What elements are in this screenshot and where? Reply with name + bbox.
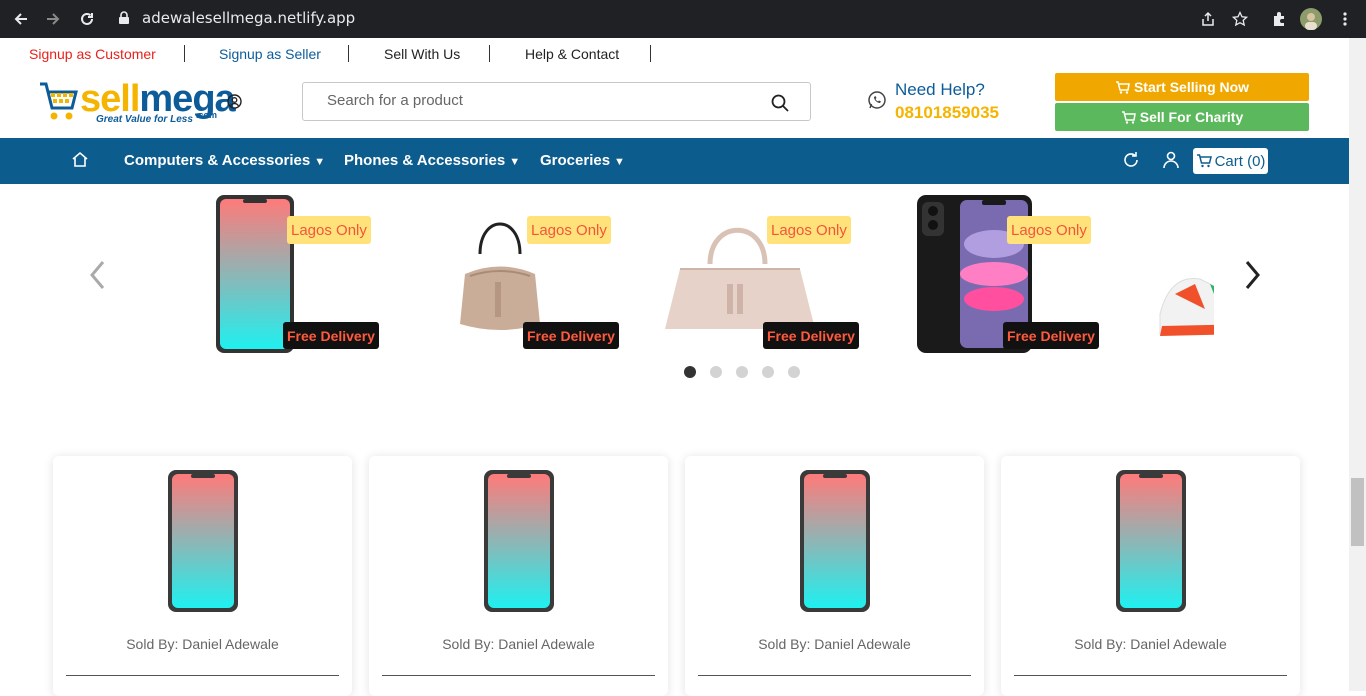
seller-label: Sold By: Daniel Adewale: [758, 636, 911, 652]
product-card[interactable]: Sold By: Daniel Adewale: [685, 456, 984, 696]
help-contact-link[interactable]: Help & Contact: [525, 46, 619, 62]
more-menu-icon[interactable]: [1334, 8, 1356, 30]
search-input[interactable]: [327, 92, 747, 109]
chevron-left-icon[interactable]: [86, 258, 110, 292]
divider: [489, 45, 490, 62]
share-icon[interactable]: [1197, 8, 1219, 30]
divider: [382, 675, 655, 676]
logo-com: .com: [196, 110, 218, 120]
lagos-only-badge: Lagos Only: [1007, 216, 1091, 244]
carousel-dot[interactable]: [736, 366, 748, 378]
seller-label: Sold By: Daniel Adewale: [126, 636, 279, 652]
carousel-slide[interactable]: Lagos Only Free Delivery: [660, 194, 860, 354]
carousel-dot[interactable]: [762, 366, 774, 378]
top-links-bar: Signup as Customer Signup as Seller Sell…: [0, 38, 1349, 72]
promo-carousel: Lagos Only Free Delivery Lagos Only Free…: [80, 186, 1280, 386]
lock-icon: [119, 11, 129, 24]
chevron-right-icon[interactable]: [1240, 258, 1264, 292]
carousel-slide[interactable]: Lagos Only Free Delivery: [420, 194, 620, 354]
nav-computers-accessories[interactable]: Computers & Accessories ▼: [124, 152, 325, 169]
carousel-slide[interactable]: [1140, 194, 1214, 354]
carousel-slide[interactable]: Lagos Only Free Delivery: [900, 194, 1100, 354]
lagos-only-badge: Lagos Only: [287, 216, 371, 244]
profile-avatar[interactable]: [1300, 8, 1322, 30]
carousel-indicators: [684, 366, 800, 378]
divider: [650, 45, 651, 62]
lagos-only-badge: Lagos Only: [767, 216, 851, 244]
reload-icon[interactable]: [76, 8, 98, 30]
extensions-icon[interactable]: [1268, 8, 1290, 30]
signup-seller-link[interactable]: Signup as Seller: [219, 46, 321, 62]
logo-tagline: Great Value for Less: [96, 114, 193, 125]
star-icon[interactable]: [1229, 8, 1251, 30]
scrollbar-thumb[interactable]: [1351, 478, 1364, 546]
product-card[interactable]: Sold By: Daniel Adewale: [53, 456, 352, 696]
divider: [698, 675, 971, 676]
page-scrollbar[interactable]: [1349, 38, 1366, 691]
free-delivery-badge: Free Delivery: [763, 322, 859, 349]
cart-button[interactable]: Cart (0): [1193, 148, 1268, 174]
user-icon[interactable]: [1161, 150, 1181, 170]
search-box[interactable]: [302, 82, 811, 121]
need-help-label: Need Help?: [895, 80, 985, 99]
seller-label: Sold By: Daniel Adewale: [442, 636, 595, 652]
home-icon[interactable]: [71, 151, 89, 169]
account-circle-icon[interactable]: [227, 94, 242, 109]
shopping-cart-logo-icon: [40, 82, 78, 120]
address-bar[interactable]: adewalesellmega.netlify.app: [142, 9, 355, 27]
start-selling-button[interactable]: Start Selling Now: [1055, 73, 1309, 101]
sellmega-logo[interactable]: sellmega .com Great Value for Less: [38, 78, 236, 128]
nav-phones-accessories[interactable]: Phones & Accessories ▼: [344, 152, 520, 169]
free-delivery-badge: Free Delivery: [1003, 322, 1099, 349]
cart-icon: [1115, 80, 1130, 94]
carousel-dot[interactable]: [710, 366, 722, 378]
sell-for-charity-button[interactable]: Sell For Charity: [1055, 103, 1309, 131]
chevron-down-icon: ▼: [614, 156, 625, 168]
cart-icon: [1121, 110, 1136, 124]
chevron-down-icon: ▼: [509, 156, 521, 168]
browser-toolbar: adewalesellmega.netlify.app: [0, 0, 1366, 38]
phone-image: [800, 470, 870, 612]
phone-image: [484, 470, 554, 612]
main-navigation: Computers & Accessories ▼ Phones & Access…: [0, 138, 1349, 184]
product-card[interactable]: Sold By: Daniel Adewale: [369, 456, 668, 696]
free-delivery-badge: Free Delivery: [523, 322, 619, 349]
carousel-slide[interactable]: Lagos Only Free Delivery: [180, 194, 380, 354]
sell-with-us-link[interactable]: Sell With Us: [384, 46, 460, 62]
divider: [348, 45, 349, 62]
cart-icon: [1196, 154, 1212, 168]
carousel-dot[interactable]: [788, 366, 800, 378]
search-icon[interactable]: [770, 93, 790, 113]
divider: [1014, 675, 1287, 676]
signup-customer-link[interactable]: Signup as Customer: [29, 46, 156, 62]
seller-label: Sold By: Daniel Adewale: [1074, 636, 1227, 652]
forward-arrow-icon[interactable]: [42, 8, 64, 30]
carousel-dot[interactable]: [684, 366, 696, 378]
lagos-only-badge: Lagos Only: [527, 216, 611, 244]
product-card[interactable]: Sold By: Daniel Adewale: [1001, 456, 1300, 696]
back-arrow-icon[interactable]: [10, 8, 32, 30]
refresh-icon[interactable]: [1121, 150, 1141, 170]
help-phone-number[interactable]: 08101859035: [895, 103, 999, 123]
carousel-track: Lagos Only Free Delivery Lagos Only Free…: [180, 186, 1214, 366]
divider: [66, 675, 339, 676]
whatsapp-icon: [868, 91, 886, 109]
chevron-down-icon: ▼: [314, 156, 326, 168]
divider: [184, 45, 185, 62]
free-delivery-badge: Free Delivery: [283, 322, 379, 349]
sneaker-image: [1159, 277, 1214, 336]
phone-image: [168, 470, 238, 612]
phone-image: [1116, 470, 1186, 612]
nav-groceries[interactable]: Groceries ▼: [540, 152, 625, 169]
